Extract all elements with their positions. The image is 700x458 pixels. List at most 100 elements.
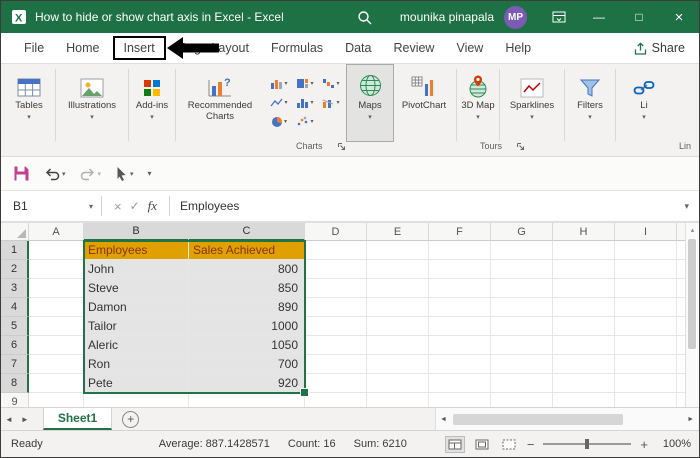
scroll-right-icon[interactable]: ► [683,416,698,423]
insert-waterfall-chart-button[interactable]: ▾ [318,74,344,93]
cell[interactable] [491,317,553,336]
cell[interactable] [305,393,367,407]
fill-handle[interactable] [300,388,309,397]
name-box[interactable]: B1 ▾ [1,199,101,213]
cell[interactable] [553,374,615,393]
cell[interactable] [429,355,491,374]
cell[interactable] [429,317,491,336]
recommended-charts-button[interactable]: ? Recommended Charts [177,65,263,141]
cell[interactable] [367,317,429,336]
cell[interactable] [429,336,491,355]
cell[interactable] [29,336,84,355]
pivotchart-button[interactable]: PivotChart [393,65,455,141]
expand-formula-bar-icon[interactable]: ▾ [684,201,699,212]
row-header-9[interactable]: 9 [1,393,29,407]
cell[interactable] [429,298,491,317]
tab-page-layout[interactable]: Page Layout [168,36,260,60]
insert-hierarchy-chart-button[interactable]: ▾ [292,74,318,93]
formula-input[interactable]: Employees [170,199,684,213]
view-normal-button[interactable] [446,437,464,452]
cell[interactable] [367,374,429,393]
tab-view[interactable]: View [445,36,494,60]
cell-b2[interactable]: John [84,260,189,279]
col-header-g[interactable]: G [491,223,553,241]
cancel-icon[interactable]: × [114,199,122,214]
cell[interactable] [553,317,615,336]
cell[interactable] [491,336,553,355]
horizontal-scrollbar[interactable]: ◄ ► [435,408,698,430]
ribbon-display-options-button[interactable] [539,1,579,33]
tab-file[interactable]: File [13,36,55,60]
redo-button[interactable]: ▾ [80,167,102,181]
cell-c4[interactable]: 890 [189,298,305,317]
cell[interactable] [29,355,84,374]
close-button[interactable]: × [659,1,699,33]
new-sheet-button[interactable]: + [122,411,139,428]
cell[interactable] [491,298,553,317]
maps-button[interactable]: Maps ▾ [347,65,393,141]
cell[interactable] [429,393,491,407]
cell[interactable] [29,317,84,336]
search-icon[interactable] [357,10,372,25]
cell[interactable] [305,374,367,393]
cell[interactable] [305,260,367,279]
enter-icon[interactable]: ✓ [130,199,140,213]
cell[interactable] [615,374,677,393]
cell[interactable] [84,393,189,407]
row-header-6[interactable]: 6 [1,336,29,355]
cell[interactable] [553,260,615,279]
cell[interactable] [553,355,615,374]
col-header-b[interactable]: B [84,223,189,241]
account-name[interactable]: mounika pinapala [400,10,494,24]
cell[interactable] [615,336,677,355]
zoom-in-button[interactable]: + [640,437,648,452]
insert-line-chart-button[interactable]: ▾ [266,93,292,112]
3d-map-button[interactable]: 3D Map ▾ [458,65,498,141]
cell[interactable] [615,317,677,336]
tab-review[interactable]: Review [382,36,445,60]
cell[interactable] [553,279,615,298]
cell-c1[interactable]: Sales Achieved [189,241,305,260]
cell[interactable] [29,374,84,393]
cell[interactable] [429,260,491,279]
vertical-scroll-thumb[interactable] [688,239,696,349]
tab-help[interactable]: Help [494,36,542,60]
col-header-h[interactable]: H [553,223,615,241]
col-header-d[interactable]: D [305,223,367,241]
insert-pie-chart-button[interactable]: ▾ [266,112,292,131]
cell-b7[interactable]: Ron [84,355,189,374]
charts-dialog-launcher-icon[interactable] [337,142,346,151]
tab-formulas[interactable]: Formulas [260,36,334,60]
cell-c2[interactable]: 800 [189,260,305,279]
cell[interactable] [491,355,553,374]
filters-button[interactable]: Filters ▾ [566,65,614,141]
cell[interactable] [615,355,677,374]
cell-b5[interactable]: Tailor [84,317,189,336]
cell-b4[interactable]: Damon [84,298,189,317]
tab-insert[interactable]: Insert [113,36,166,60]
cell[interactable] [367,241,429,260]
cell[interactable] [305,241,367,260]
row-header-5[interactable]: 5 [1,317,29,336]
cell[interactable] [553,298,615,317]
cell[interactable] [29,260,84,279]
insert-statistic-chart-button[interactable]: ▾ [292,93,318,112]
customize-qat-button[interactable]: ▾ [148,169,152,178]
cell[interactable] [429,241,491,260]
insert-function-icon[interactable]: fx [148,198,157,214]
cell[interactable] [429,374,491,393]
row-header-1[interactable]: 1 [1,241,29,260]
cell-c8[interactable]: 920 [189,374,305,393]
row-header-3[interactable]: 3 [1,279,29,298]
sparklines-button[interactable]: Sparklines ▾ [501,65,563,141]
cell-c5[interactable]: 1000 [189,317,305,336]
cell[interactable] [553,393,615,407]
cell-b8[interactable]: Pete [84,374,189,393]
cell[interactable] [491,279,553,298]
cell[interactable] [615,279,677,298]
cell[interactable] [491,393,553,407]
touch-mouse-mode-button[interactable]: ▾ [115,166,134,181]
row-header-8[interactable]: 8 [1,374,29,393]
insert-column-chart-button[interactable]: ▾ [266,74,292,93]
cell[interactable] [491,374,553,393]
